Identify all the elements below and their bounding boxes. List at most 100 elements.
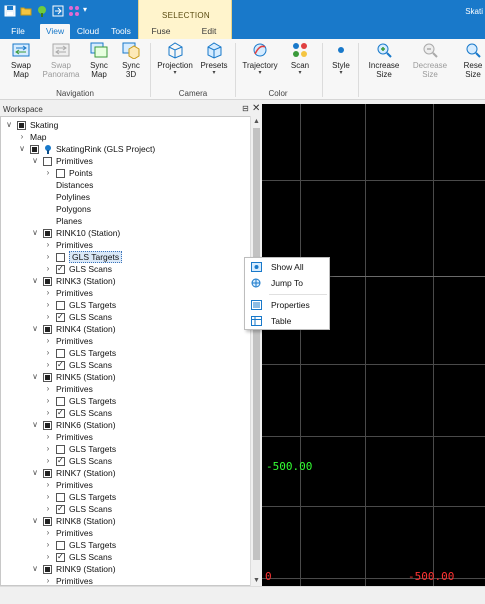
- visibility-checkbox[interactable]: [43, 229, 52, 238]
- tab-edit[interactable]: Edit: [194, 24, 224, 39]
- pin-icon[interactable]: ⊟: [242, 104, 249, 113]
- presets-button[interactable]: Presets ▾: [198, 41, 230, 87]
- tree-map-row[interactable]: › Map: [1, 131, 251, 143]
- tree-station-row[interactable]: ∨ RINK10 (Station): [1, 227, 251, 239]
- collapse-chevron-icon[interactable]: ∨: [5, 119, 13, 131]
- save-icon[interactable]: [4, 5, 16, 17]
- visibility-checkbox[interactable]: [43, 565, 52, 574]
- menu-item-jump-to[interactable]: Jump To: [245, 275, 329, 291]
- tree-planes-row[interactable]: Planes: [1, 215, 251, 227]
- collapse-chevron-icon[interactable]: ∨: [31, 371, 39, 383]
- visibility-checkbox[interactable]: [30, 145, 39, 154]
- visibility-checkbox[interactable]: [56, 445, 65, 454]
- swap-map-button[interactable]: Swap Map: [4, 41, 38, 87]
- visibility-checkbox[interactable]: [56, 359, 65, 371]
- tree-station-row[interactable]: ∨ RINK7 (Station): [1, 467, 251, 479]
- expand-chevron-icon[interactable]: ›: [44, 443, 52, 455]
- collapse-chevron-icon[interactable]: ∨: [18, 143, 26, 155]
- tree-primitives-row[interactable]: › Primitives: [1, 239, 251, 251]
- tree-gls-targets-row[interactable]: › GLS Targets: [1, 299, 251, 311]
- scroll-up-icon[interactable]: ▲: [251, 118, 262, 125]
- style-button[interactable]: Style ▾: [327, 41, 355, 87]
- visibility-checkbox[interactable]: [56, 551, 65, 563]
- scroll-thumb[interactable]: [253, 128, 260, 560]
- tree-station-row[interactable]: ∨ RINK4 (Station): [1, 323, 251, 335]
- visibility-checkbox[interactable]: [56, 311, 65, 323]
- expand-chevron-icon[interactable]: ›: [44, 251, 52, 263]
- tree-root-row[interactable]: ∨ Skating: [1, 119, 251, 131]
- collapse-chevron-icon[interactable]: ∨: [31, 275, 39, 287]
- tree-primitives-row[interactable]: › Primitives: [1, 335, 251, 347]
- menu-item-show-all[interactable]: Show All: [245, 259, 329, 275]
- expand-chevron-icon[interactable]: ›: [44, 407, 52, 419]
- tree-gls-scans-row[interactable]: › GLS Scans: [1, 407, 251, 419]
- tab-fuse[interactable]: Fuse: [146, 24, 176, 39]
- expand-chevron-icon[interactable]: ›: [44, 299, 52, 311]
- expand-chevron-icon[interactable]: ›: [18, 131, 26, 143]
- expand-chevron-icon[interactable]: ›: [44, 491, 52, 503]
- visibility-checkbox[interactable]: [43, 373, 52, 382]
- visibility-checkbox[interactable]: [43, 421, 52, 430]
- visibility-checkbox[interactable]: [56, 169, 65, 178]
- tab-tools[interactable]: Tools: [106, 24, 136, 39]
- visibility-checkbox[interactable]: [43, 325, 52, 334]
- visibility-checkbox[interactable]: [56, 263, 65, 275]
- expand-chevron-icon[interactable]: ›: [44, 503, 52, 515]
- tree-gls-targets-row[interactable]: › GLS Targets: [1, 395, 251, 407]
- tree-gls-targets-row[interactable]: › GLS Targets: [1, 347, 251, 359]
- collapse-chevron-icon[interactable]: ∨: [31, 467, 39, 479]
- collapse-chevron-icon[interactable]: ∨: [31, 323, 39, 335]
- tree-primitives-row[interactable]: › Primitives: [1, 431, 251, 443]
- expand-chevron-icon[interactable]: ›: [44, 167, 52, 179]
- expand-chevron-icon[interactable]: ›: [44, 455, 52, 467]
- points-icon[interactable]: [68, 5, 80, 17]
- qat-customize-icon[interactable]: ▾: [83, 5, 87, 14]
- visibility-checkbox[interactable]: [43, 277, 52, 286]
- visibility-checkbox[interactable]: [56, 253, 65, 262]
- tree-gls-targets-row[interactable]: › GLS Targets: [1, 491, 251, 503]
- decrease-size-button[interactable]: Decrease Size: [408, 41, 452, 87]
- tree-project-row[interactable]: ∨ SkatingRink (GLS Project): [1, 143, 251, 155]
- expand-chevron-icon[interactable]: ›: [44, 335, 52, 347]
- tree-station-row[interactable]: ∨ RINK8 (Station): [1, 515, 251, 527]
- tree-polygons-row[interactable]: Polygons: [1, 203, 251, 215]
- sync-map-button[interactable]: Sync Map: [84, 41, 114, 87]
- tree-primitives-row[interactable]: › Primitives: [1, 479, 251, 491]
- tree-gls-scans-row[interactable]: › GLS Scans: [1, 311, 251, 323]
- visibility-checkbox[interactable]: [43, 517, 52, 526]
- expand-chevron-icon[interactable]: ›: [44, 263, 52, 275]
- tree-points-row[interactable]: › Points: [1, 167, 251, 179]
- scan-color-button[interactable]: Scan ▾: [284, 41, 316, 87]
- collapse-chevron-icon[interactable]: ∨: [31, 419, 39, 431]
- visibility-checkbox[interactable]: [56, 455, 65, 467]
- tree-gls-scans-row[interactable]: › GLS Scans: [1, 263, 251, 275]
- close-icon[interactable]: ✕: [252, 103, 260, 114]
- menu-item-table[interactable]: Table: [245, 313, 329, 329]
- expand-chevron-icon[interactable]: ›: [44, 347, 52, 359]
- expand-chevron-icon[interactable]: ›: [44, 479, 52, 491]
- expand-chevron-icon[interactable]: ›: [44, 431, 52, 443]
- station-icon[interactable]: [36, 5, 48, 17]
- expand-chevron-icon[interactable]: ›: [44, 539, 52, 551]
- projection-button[interactable]: Projection ▾: [155, 41, 195, 87]
- tree-station-row[interactable]: ∨ RINK6 (Station): [1, 419, 251, 431]
- menu-item-properties[interactable]: Properties: [245, 297, 329, 313]
- tree-primitives-row[interactable]: ∨ Primitives: [1, 155, 251, 167]
- scroll-down-icon[interactable]: ▼: [251, 577, 262, 584]
- visibility-checkbox[interactable]: [56, 349, 65, 358]
- export-icon[interactable]: [52, 5, 64, 17]
- tree-station-row[interactable]: ∨ RINK5 (Station): [1, 371, 251, 383]
- trajectory-button[interactable]: Trajectory ▾: [240, 41, 280, 87]
- workspace-scrollbar[interactable]: ▲ ▼: [250, 116, 262, 586]
- collapse-chevron-icon[interactable]: ∨: [31, 227, 39, 239]
- visibility-checkbox[interactable]: [17, 121, 26, 130]
- tab-file[interactable]: File: [4, 24, 32, 39]
- tab-cloud[interactable]: Cloud: [72, 24, 104, 39]
- collapse-chevron-icon[interactable]: ∨: [31, 515, 39, 527]
- expand-chevron-icon[interactable]: ›: [44, 395, 52, 407]
- tree-distances-row[interactable]: Distances: [1, 179, 251, 191]
- reset-size-button[interactable]: Rese Size: [456, 41, 485, 87]
- tree-primitives-row[interactable]: › Primitives: [1, 527, 251, 539]
- expand-chevron-icon[interactable]: ›: [44, 527, 52, 539]
- tree-gls-targets-row[interactable]: › GLS Targets: [1, 443, 251, 455]
